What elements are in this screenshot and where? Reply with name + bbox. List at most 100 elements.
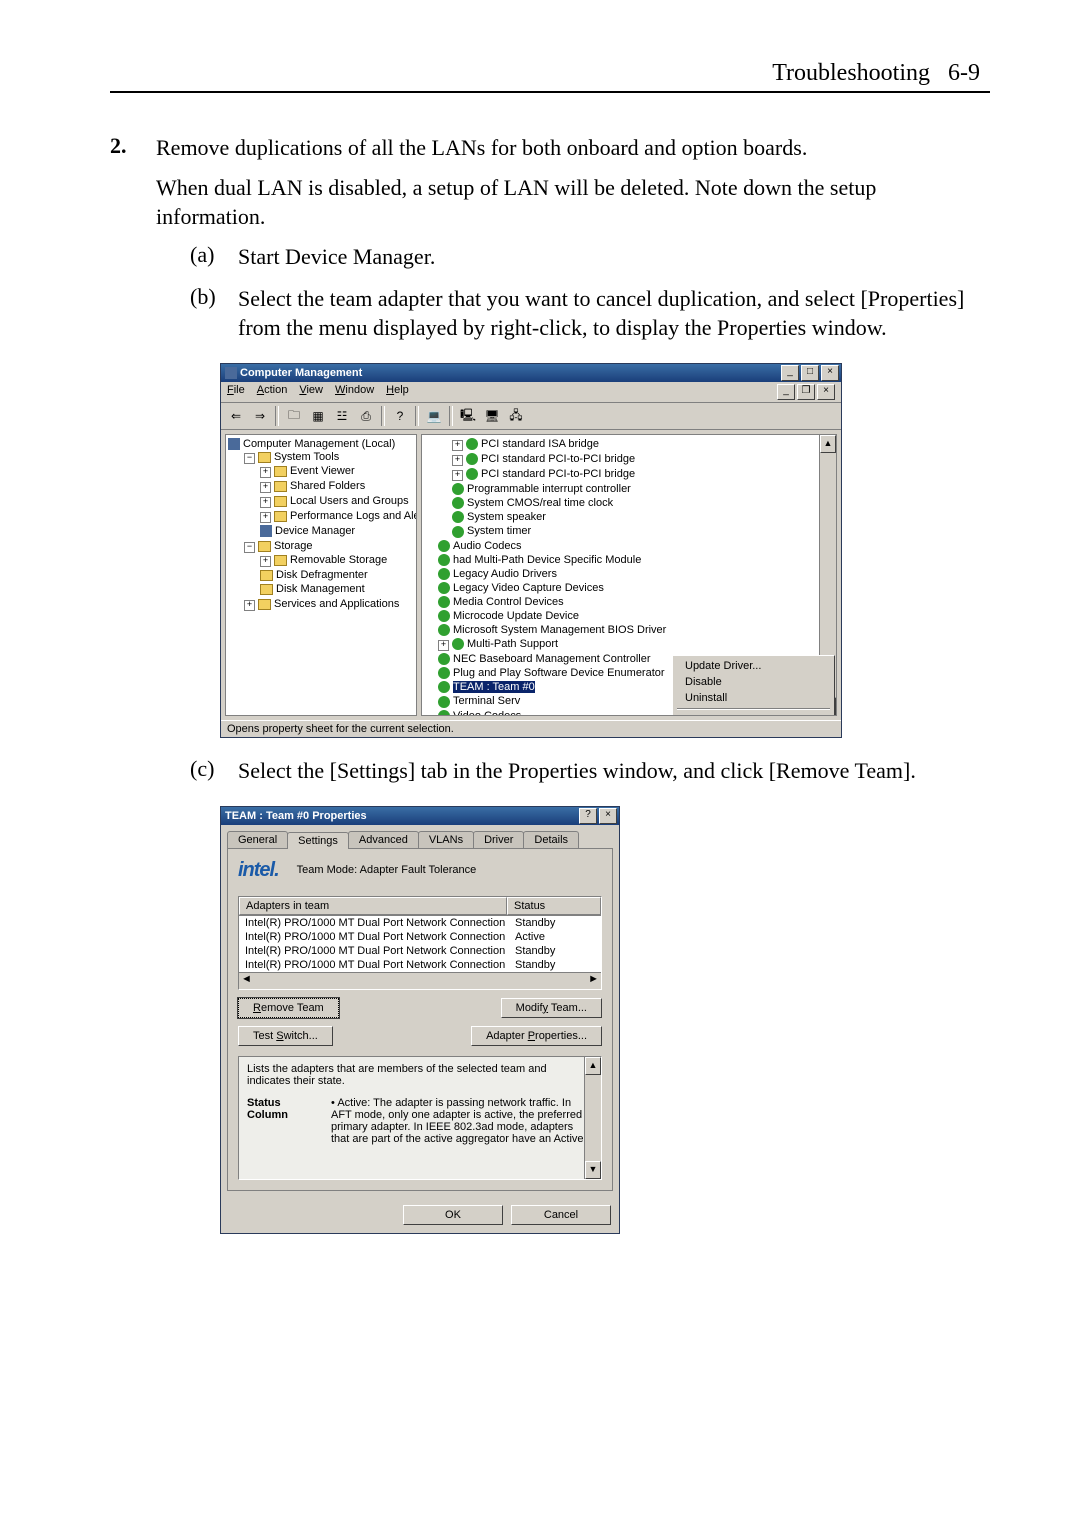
forward-button[interactable]: ⇒ — [249, 405, 271, 427]
device-icon — [438, 624, 450, 636]
minimize-button[interactable]: _ — [781, 365, 799, 381]
mmc-title-bar[interactable]: Computer Management _ □ × — [221, 364, 841, 382]
tree-system-tools[interactable]: −System Tools +Event Viewer +Shared Fold… — [244, 450, 414, 539]
device-icon-2[interactable]: 🖥 — [481, 405, 503, 427]
cancel-button[interactable]: Cancel — [511, 1205, 611, 1225]
device-item[interactable]: Programmable interrupt controller — [452, 482, 834, 496]
tree-device-manager[interactable]: Device Manager — [260, 524, 414, 538]
device-icon — [452, 483, 464, 495]
device-item[interactable]: Legacy Video Capture Devices — [438, 581, 834, 595]
ctx-update-driver[interactable]: Update Driver... — [675, 658, 832, 674]
close-button[interactable]: × — [821, 365, 839, 381]
adapter-properties-button[interactable]: Adapter Properties... — [471, 1026, 602, 1046]
col-adapters[interactable]: Adapters in team — [239, 897, 507, 915]
tab-details[interactable]: Details — [523, 831, 579, 848]
up-tree-button[interactable]: 🗀 — [283, 405, 305, 427]
modify-team-button[interactable]: Modify Team... — [501, 998, 602, 1018]
dlg-title-bar[interactable]: TEAM : Team #0 Properties ? × — [221, 807, 619, 825]
menu-action[interactable]: Action — [257, 384, 288, 400]
device-icon — [438, 582, 450, 594]
team-mode-label: Team Mode: Adapter Fault Tolerance — [297, 864, 477, 876]
tab-settings[interactable]: Settings — [287, 832, 349, 849]
ok-button[interactable]: OK — [403, 1205, 503, 1225]
show-hide-button[interactable]: ▦ — [307, 405, 329, 427]
maximize-button[interactable]: □ — [801, 365, 819, 381]
device-icon — [452, 638, 464, 650]
properties-button[interactable]: ☳ — [331, 405, 353, 427]
adapter-row[interactable]: Intel(R) PRO/1000 MT Dual Port Network C… — [239, 958, 601, 972]
tab-driver[interactable]: Driver — [473, 831, 524, 848]
tree-panel[interactable]: Computer Management (Local) −System Tool… — [225, 434, 417, 716]
device-icon-1[interactable]: 🖳 — [457, 405, 479, 427]
device-item[interactable]: Audio Codecs — [438, 539, 834, 553]
folder-icon — [274, 496, 287, 507]
tree-services-apps[interactable]: +Services and Applications — [244, 597, 414, 612]
tree-storage[interactable]: −Storage +Removable Storage Disk Defragm… — [244, 539, 414, 597]
substep-a-text: Start Device Manager. — [238, 242, 990, 272]
substep-b-label: (b) — [190, 284, 238, 349]
device-item[interactable]: Microsoft System Management BIOS Driver — [438, 623, 834, 637]
step-text-2: When dual LAN is disabled, a setup of LA… — [156, 173, 990, 232]
scroll-down-icon[interactable]: ▼ — [585, 1161, 601, 1179]
device-item[interactable]: Microcode Update Device — [438, 609, 834, 623]
substep-b-text: Select the team adapter that you want to… — [238, 284, 990, 343]
tree-perf-logs[interactable]: +Performance Logs and Alerts — [260, 509, 414, 524]
help-button[interactable]: ? — [389, 405, 411, 427]
device-item[interactable]: Media Control Devices — [438, 595, 834, 609]
device-item[interactable]: System speaker — [452, 510, 834, 524]
back-button[interactable]: ⇐ — [225, 405, 247, 427]
adapter-row[interactable]: Intel(R) PRO/1000 MT Dual Port Network C… — [239, 944, 601, 958]
device-icon — [438, 681, 450, 693]
help-scrollbar[interactable]: ▲▼ — [584, 1057, 601, 1179]
tree-shared-folders[interactable]: +Shared Folders — [260, 479, 414, 494]
tree-disk-mgmt[interactable]: Disk Management — [260, 582, 414, 596]
device-item[interactable]: +PCI standard PCI-to-PCI bridge — [452, 452, 834, 467]
adapter-row[interactable]: Intel(R) PRO/1000 MT Dual Port Network C… — [239, 916, 601, 930]
tree-event-viewer[interactable]: +Event Viewer — [260, 464, 414, 479]
menu-file[interactable]: File — [227, 384, 245, 400]
tab-general[interactable]: General — [227, 831, 288, 848]
tab-advanced[interactable]: Advanced — [348, 831, 419, 848]
tree-disk-defrag[interactable]: Disk Defragmenter — [260, 568, 414, 582]
menu-view[interactable]: View — [299, 384, 323, 400]
mdi-close-button[interactable]: × — [817, 384, 835, 400]
adapters-list[interactable]: Adapters in team Status Intel(R) PRO/100… — [238, 896, 602, 990]
col-status[interactable]: Status — [507, 897, 601, 915]
remove-team-button[interactable]: Remove Team — [238, 998, 339, 1018]
scan-button[interactable]: 💻 — [423, 405, 445, 427]
ctx-uninstall[interactable]: Uninstall — [675, 690, 832, 706]
mdi-restore-button[interactable]: ❐ — [797, 384, 815, 400]
dlg-title: TEAM : Team #0 Properties — [225, 810, 579, 822]
monitor-icon — [225, 367, 237, 379]
scroll-up-icon[interactable]: ▲ — [585, 1057, 601, 1075]
tab-vlans[interactable]: VLANs — [418, 831, 474, 848]
test-switch-button[interactable]: Test Switch... — [238, 1026, 333, 1046]
ctx-disable[interactable]: Disable — [675, 674, 832, 690]
device-item[interactable]: +Multi-Path Support — [438, 637, 834, 652]
adapter-row[interactable]: Intel(R) PRO/1000 MT Dual Port Network C… — [239, 930, 601, 944]
device-item[interactable]: System timer — [452, 524, 834, 538]
device-icon — [438, 696, 450, 708]
horizontal-scrollbar[interactable]: ◄► — [239, 972, 601, 989]
device-item[interactable]: +PCI standard PCI-to-PCI bridge — [452, 467, 834, 482]
tree-root[interactable]: Computer Management (Local) −System Tool… — [228, 437, 414, 613]
device-item[interactable]: System CMOS/real time clock — [452, 496, 834, 510]
print-button[interactable]: ⎙ — [355, 405, 377, 427]
tree-local-users[interactable]: +Local Users and Groups — [260, 494, 414, 509]
device-icon-3[interactable]: 🖧 — [505, 405, 527, 427]
device-item[interactable]: Legacy Audio Drivers — [438, 567, 834, 581]
tab-strip: General Settings Advanced VLANs Driver D… — [227, 831, 613, 848]
mdi-minimize-button[interactable]: _ — [777, 384, 795, 400]
scroll-up-icon[interactable]: ▲ — [820, 435, 836, 453]
device-item[interactable]: +PCI standard ISA bridge — [452, 437, 834, 452]
device-icon — [438, 596, 450, 608]
context-help-button[interactable]: ? — [579, 808, 597, 824]
device-icon — [466, 468, 478, 480]
substep-c-label: (c) — [190, 756, 238, 792]
menu-help[interactable]: Help — [386, 384, 409, 400]
close-button[interactable]: × — [599, 808, 617, 824]
tree-removable-storage[interactable]: +Removable Storage — [260, 553, 414, 568]
device-item[interactable]: had Multi-Path Device Specific Module — [438, 553, 834, 567]
device-list-panel[interactable]: +PCI standard ISA bridge+PCI standard PC… — [421, 434, 837, 716]
menu-window[interactable]: Window — [335, 384, 374, 400]
